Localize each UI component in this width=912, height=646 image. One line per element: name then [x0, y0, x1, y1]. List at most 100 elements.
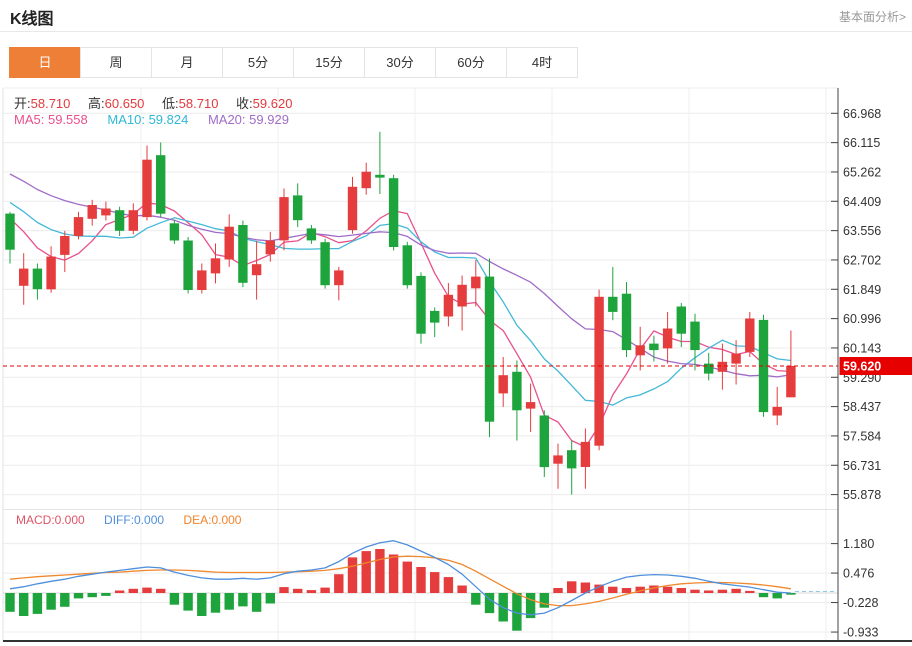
macd-bar — [773, 593, 782, 598]
candle-body — [704, 364, 713, 374]
ma10-readout: MA10: 59.824 — [107, 112, 188, 127]
price-axis-label: 66.968 — [843, 107, 881, 121]
ma5-readout: MA5: 59.558 — [14, 112, 88, 127]
price-axis-label: 57.584 — [843, 429, 881, 443]
macd-bar — [156, 589, 165, 593]
high-label: 高: — [88, 96, 105, 111]
candle-body — [690, 322, 699, 351]
candle-body — [320, 242, 329, 285]
candle-body — [307, 228, 316, 240]
candle-body — [170, 223, 179, 240]
macd-bar — [101, 593, 110, 596]
candle-body — [403, 245, 412, 285]
candle-body — [786, 366, 795, 397]
macd-bar — [74, 593, 83, 598]
macd-axis-label: -0.933 — [843, 626, 878, 640]
close-value: 59.620 — [253, 96, 293, 111]
price-axis-label: 60.996 — [843, 312, 881, 326]
diff-value: DIFF:0.000 — [104, 513, 164, 527]
macd-bar — [266, 593, 275, 604]
candle-body — [197, 270, 206, 290]
macd-value: MACD:0.000 — [16, 513, 85, 527]
macd-bar — [225, 593, 234, 610]
candle-body — [553, 455, 562, 463]
candle-body — [581, 442, 590, 467]
ohlc-readout: 开:58.710 高:60.650 低:58.710 收:59.620 — [14, 93, 306, 112]
candle-body — [88, 205, 97, 219]
price-axis-label: 64.409 — [843, 195, 881, 209]
candle-body — [183, 241, 192, 291]
macd-bar — [183, 593, 192, 611]
price-axis-label: 66.115 — [843, 136, 880, 150]
candle-body — [252, 264, 261, 275]
macd-bar — [677, 588, 686, 593]
ma20-line — [10, 174, 791, 377]
price-axis-label: 55.878 — [843, 488, 881, 502]
macd-bar — [718, 590, 727, 593]
candle-body — [362, 172, 371, 189]
macd-bar — [142, 588, 151, 593]
macd-bar — [663, 587, 672, 593]
diff-line — [10, 541, 791, 615]
macd-bar — [293, 589, 302, 593]
macd-bar — [430, 572, 439, 593]
macd-bar — [567, 581, 576, 593]
last-price-badge-text: 59.620 — [843, 360, 881, 374]
candle-body — [457, 285, 466, 307]
macd-bar — [279, 587, 288, 593]
candle-body — [430, 311, 439, 323]
macd-bar — [389, 555, 398, 594]
price-axis-label: 65.262 — [843, 165, 881, 179]
macd-axis-label: -0.228 — [843, 596, 878, 610]
ma-readout: MA5: 59.558 MA10: 59.824 MA20: 59.929 — [14, 112, 289, 127]
candle-body — [389, 178, 398, 247]
dea-line — [10, 556, 791, 605]
dea-value: DEA:0.000 — [183, 513, 241, 527]
candle-body — [718, 362, 727, 372]
low-label: 低: — [162, 96, 179, 111]
high-value: 60.650 — [105, 96, 145, 111]
candle-body — [512, 372, 521, 411]
candle-body — [129, 210, 138, 231]
candle-body — [60, 236, 69, 255]
candle-body — [19, 269, 28, 286]
ma10-line — [10, 202, 791, 405]
macd-bar — [5, 593, 14, 612]
candle-body — [622, 294, 631, 350]
macd-bar — [115, 591, 124, 594]
low-value: 58.710 — [179, 96, 219, 111]
close-label: 收: — [236, 96, 253, 111]
macd-readout: MACD:0.000 DIFF:0.000 DEA:0.000 — [16, 513, 241, 527]
price-axis-label: 58.437 — [843, 400, 881, 414]
macd-bar — [252, 593, 261, 612]
macd-bar — [197, 593, 206, 616]
macd-bar — [238, 593, 247, 606]
macd-bar — [731, 589, 740, 593]
macd-bar — [60, 593, 69, 607]
price-axis-label: 61.849 — [843, 283, 881, 297]
macd-bar — [471, 593, 480, 605]
candle-body — [142, 160, 151, 217]
macd-bar — [540, 593, 549, 608]
candle-body — [608, 297, 617, 312]
candle-body — [348, 187, 357, 230]
candle-body — [115, 210, 124, 231]
candle-body — [773, 407, 782, 416]
candle-body — [677, 307, 686, 334]
macd-bar — [88, 593, 97, 597]
macd-bar — [375, 549, 384, 593]
candle-body — [731, 354, 740, 364]
candle-body — [33, 269, 42, 290]
macd-bar — [444, 577, 453, 593]
candle-body — [471, 277, 480, 289]
macd-bar — [307, 590, 316, 593]
macd-bar — [211, 593, 220, 613]
macd-bar — [19, 593, 28, 616]
macd-bar — [33, 593, 42, 614]
candle-body — [238, 225, 247, 283]
price-axis-label: 63.556 — [843, 224, 881, 238]
candle-body — [526, 402, 535, 409]
candle-body — [225, 227, 234, 260]
macd-bar — [457, 586, 466, 594]
candle-body — [334, 270, 343, 285]
